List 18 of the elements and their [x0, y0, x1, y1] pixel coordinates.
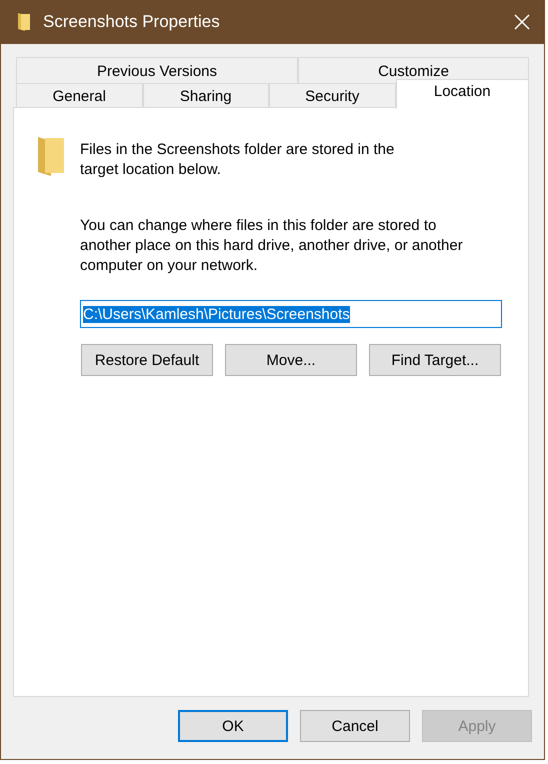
tab[interactable]: General	[16, 83, 142, 107]
explanation-text: You can change where files in this folder are stored to another place on this hard drive, another drive, or another computer on your network.	[80, 216, 464, 276]
folder-icon	[37, 135, 65, 177]
tab[interactable]: Customize	[298, 57, 529, 83]
button[interactable]: Move...	[225, 344, 357, 376]
tab[interactable]: Sharing	[142, 83, 269, 107]
button[interactable]: Find Target...	[369, 344, 501, 376]
description-text: Files in the Screenshots folder are stored in the target location below.	[80, 140, 396, 180]
tab[interactable]: Previous Versions	[16, 57, 298, 83]
folder-icon	[17, 12, 31, 32]
path-field[interactable]: C:\Users\Kamlesh\Pictures\Screenshots	[80, 300, 502, 328]
tab[interactable]: Location	[396, 79, 529, 109]
close-icon[interactable]	[514, 14, 530, 30]
window-title: Screenshots Properties	[43, 12, 221, 32]
button[interactable]: Restore Default	[81, 344, 213, 376]
button[interactable]: OK	[178, 710, 288, 742]
button[interactable]: Cancel	[300, 710, 410, 742]
tab[interactable]: Security	[269, 83, 396, 107]
